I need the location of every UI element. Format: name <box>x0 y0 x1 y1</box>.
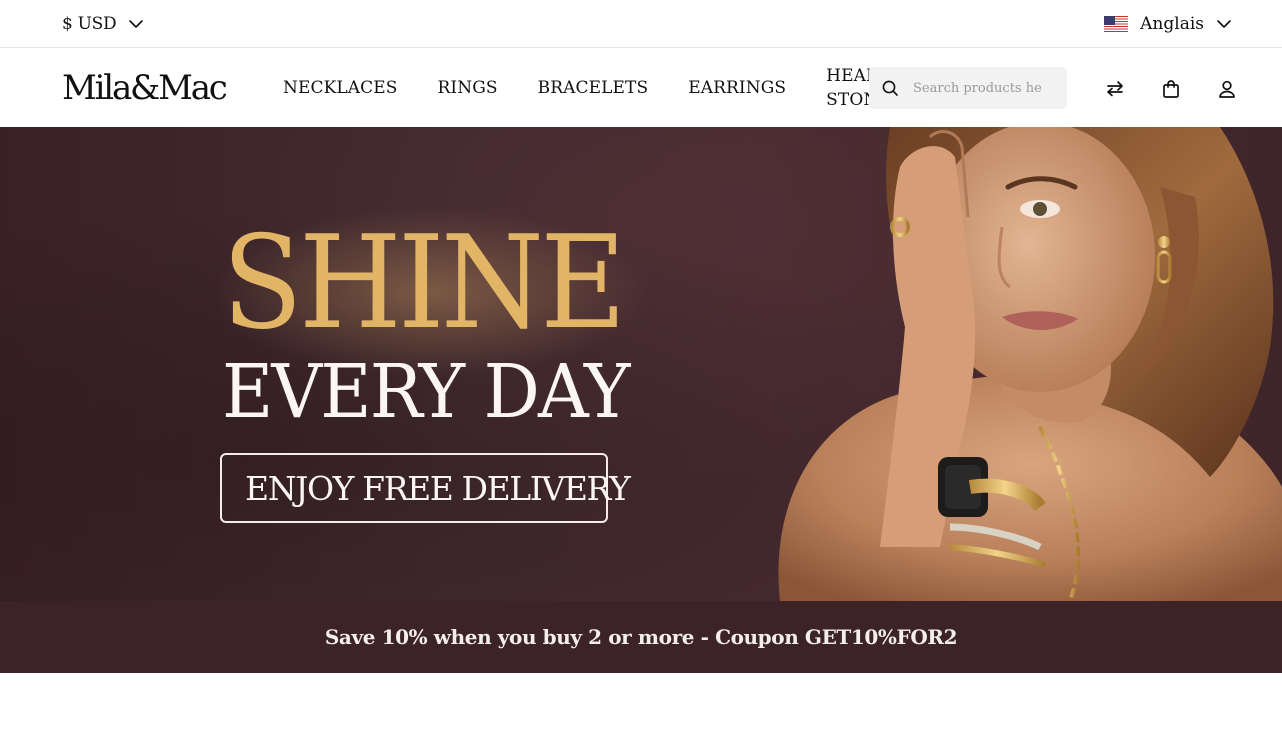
chevron-down-icon <box>1217 20 1231 28</box>
cart-button[interactable] <box>1159 77 1183 101</box>
utility-bar: $ USD Anglais <box>0 0 1282 48</box>
nav-earrings[interactable]: EARRINGS <box>688 76 786 100</box>
main-nav: NECKLACES RINGS BRACELETS EARRINGS HEALI… <box>283 49 916 127</box>
compare-icon <box>1107 81 1123 97</box>
language-selector[interactable]: Anglais <box>1104 12 1232 36</box>
cta-label: ENJOY FREE DELIVERY <box>245 468 631 508</box>
search-input[interactable] <box>913 80 1053 96</box>
search-icon[interactable] <box>881 79 899 97</box>
currency-selector[interactable]: $ USD <box>62 12 144 36</box>
search-box <box>869 67 1067 109</box>
main-header: Mila&Mac NECKLACES RINGS BRACELETS EARRI… <box>0 49 1282 127</box>
language-label: Anglais <box>1140 14 1204 34</box>
site-logo[interactable]: Mila&Mac <box>62 67 228 109</box>
hero-model-image <box>778 127 1282 601</box>
nav-bracelets[interactable]: BRACELETS <box>538 76 649 100</box>
shopping-bag-icon <box>1163 80 1179 98</box>
chevron-down-icon <box>129 20 144 28</box>
hero-headline: SHINE <box>222 209 626 358</box>
nav-rings[interactable]: RINGS <box>438 76 498 100</box>
promo-banner: Save 10% when you buy 2 or more - Coupon… <box>0 601 1282 673</box>
promo-text: Save 10% when you buy 2 or more - Coupon… <box>324 625 958 649</box>
us-flag-icon <box>1104 16 1129 32</box>
nav-necklaces[interactable]: NECKLACES <box>283 76 398 100</box>
hero-banner[interactable]: SHINE EVERY DAY ENJOY FREE DELIVERY <box>0 127 1282 601</box>
hero-subheadline: EVERY DAY <box>222 349 630 435</box>
page-content-area <box>0 673 1282 754</box>
account-button[interactable] <box>1215 77 1239 101</box>
compare-button[interactable] <box>1103 77 1127 101</box>
currency-label: $ USD <box>62 14 117 34</box>
account-icon <box>1219 80 1235 98</box>
free-delivery-button[interactable]: ENJOY FREE DELIVERY <box>220 453 631 523</box>
